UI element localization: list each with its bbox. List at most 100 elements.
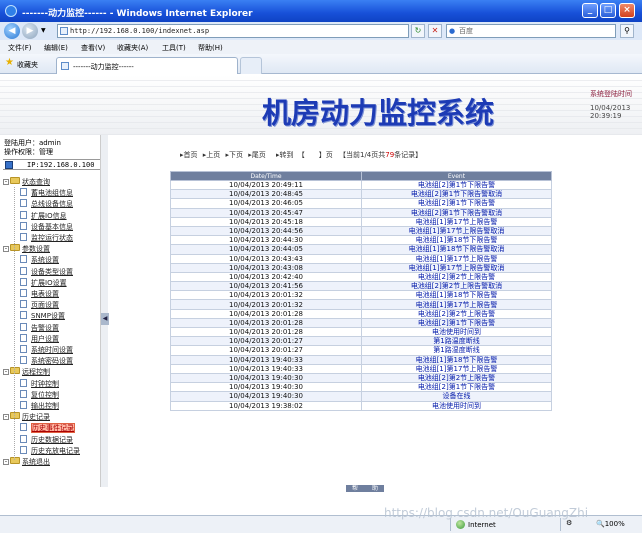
tree-label: 系统设置 — [31, 256, 59, 265]
total-records: 79 — [385, 151, 395, 159]
first-page-link[interactable]: ▸首页 — [180, 151, 198, 159]
login-time-panel: 系统登陆时间 10/04/2013 20:39:19 — [590, 90, 640, 120]
forward-button[interactable]: ▶ — [22, 23, 38, 39]
page-icon — [20, 356, 27, 365]
tree-label: 历史记录 — [22, 413, 50, 422]
protected-mode-icon[interactable]: ⚙ — [566, 519, 572, 527]
cell-datetime: 10/04/2013 20:48:45 — [170, 189, 362, 200]
next-page-link[interactable]: ▸下页 — [226, 151, 244, 159]
cell-datetime: 10/04/2013 20:44:05 — [170, 244, 362, 255]
zoom-level[interactable]: 🔍100% — [596, 520, 625, 528]
cell-datetime: 10/04/2013 20:01:32 — [170, 299, 362, 310]
collapse-arrow-icon[interactable]: ◀ — [101, 313, 109, 325]
tree-item-16[interactable]: 系统密码设置 — [20, 356, 73, 366]
collapse-toggle-icon[interactable]: - — [3, 246, 9, 253]
menu-help[interactable]: 帮助(H) — [198, 43, 223, 53]
stop-icon[interactable]: ✕ — [428, 24, 442, 38]
tree-item-14[interactable]: 用户设置 — [20, 333, 59, 344]
cell-datetime: 10/04/2013 20:49:11 — [170, 179, 362, 191]
new-tab-button[interactable] — [240, 57, 262, 74]
tree-item-23[interactable]: 历史数据记录 — [20, 434, 73, 445]
tree-item-19[interactable]: 复位控制 — [20, 389, 59, 400]
maximize-button[interactable]: □ — [600, 3, 616, 18]
tree-item-4[interactable]: 设备基本信息 — [20, 221, 73, 232]
collapse-toggle-icon[interactable]: - — [3, 369, 9, 376]
cell-datetime: 10/04/2013 20:01:28 — [170, 317, 362, 329]
tree-folder-0[interactable]: - 状态查询 — [3, 177, 50, 187]
tree-item-2[interactable]: 总线设备信息 — [20, 199, 73, 209]
tree-item-8[interactable]: 设备类型设置 — [20, 266, 73, 277]
tree-label: 页面设置 — [31, 301, 59, 310]
tree-label: 历史事件记录 — [31, 423, 75, 434]
login-clock: 20:39:19 — [590, 112, 622, 120]
cell-event: 电池组[2]第1节下限告警 — [361, 198, 552, 209]
back-button[interactable]: ◀ — [4, 23, 20, 39]
tree-item-10[interactable]: 电表设置 — [20, 289, 59, 299]
collapse-toggle-icon[interactable]: - — [3, 414, 9, 421]
tree-item-3[interactable]: 扩展IO信息 — [20, 210, 67, 221]
tree-item-20[interactable]: 输出控制 — [20, 401, 59, 411]
table-row: 10/04/2013 20:01:27 第1路温度断线 — [170, 336, 552, 347]
help-button[interactable]: 帮 助 — [346, 485, 384, 492]
menu-edit[interactable]: 编辑(E) — [44, 43, 68, 53]
search-icon[interactable]: ⚲ — [620, 24, 634, 38]
tree-label: 时钟控制 — [31, 379, 59, 388]
tree-item-7[interactable]: 系统设置 — [20, 255, 59, 265]
cell-event: 电池组[1]第17节上限告警取消 — [361, 262, 552, 273]
last-page-link[interactable]: ▸尾页 — [248, 151, 266, 159]
browser-tab-active[interactable]: -------动力监控------ — [56, 57, 238, 74]
menu-favorites[interactable]: 收藏夹(A) — [117, 43, 148, 53]
table-row: 10/04/2013 20:42:40 电池组[2]第2节上限告警 — [170, 271, 552, 283]
table-row: 10/04/2013 19:38:02 电池使用时间到 — [170, 400, 552, 411]
tree-item-18[interactable]: 时钟控制 — [20, 378, 59, 389]
baidu-icon: ● — [449, 27, 456, 35]
tree-item-22[interactable]: 历史事件记录 — [20, 423, 75, 434]
tree-folder-25[interactable]: - 系统退出 — [3, 457, 50, 467]
tree-label: 扩展IO信息 — [31, 211, 67, 220]
prev-page-link[interactable]: ▸上页 — [203, 151, 221, 159]
close-window-button[interactable]: × — [619, 3, 635, 18]
event-table: Date/Time Event 10/04/2013 20:49:11 电池组[2… — [170, 171, 552, 411]
tree-item-24[interactable]: 历史充放电记录 — [20, 445, 80, 456]
page-icon — [20, 311, 27, 320]
table-row: 10/04/2013 20:44:30 电池组[1]第18节下限告警 — [170, 235, 552, 246]
favorites-button[interactable]: 收藏夹 — [17, 60, 38, 70]
tree-item-11[interactable]: 页面设置 — [20, 300, 59, 310]
table-row: 10/04/2013 19:40:30 设备在线 — [170, 391, 552, 402]
tree-folder-17[interactable]: - 远程控制 — [3, 367, 50, 377]
goto-link[interactable]: ▸转到 — [276, 151, 294, 159]
page-icon — [20, 233, 27, 241]
collapse-toggle-icon[interactable]: - — [3, 459, 9, 465]
goto-page-field[interactable]: 【 】页 — [298, 151, 333, 159]
table-row: 10/04/2013 20:43:43 电池组[1]第17节上限告警 — [170, 253, 552, 264]
minimize-button[interactable]: _ — [582, 3, 598, 18]
login-user-label: 登陆用户： — [4, 139, 39, 147]
menu-file[interactable]: 文件(F) — [8, 43, 32, 53]
table-row: 10/04/2013 20:01:28 电池组[2]第1节下限告警 — [170, 317, 552, 329]
tree-label: SNMP设置 — [31, 312, 65, 321]
refresh-icon[interactable]: ↻ — [411, 24, 425, 38]
cell-event: 电池组[2]第2节上限告警 — [361, 372, 552, 384]
tree-folder-6[interactable]: - 参数设置 — [3, 244, 50, 254]
url-input[interactable]: http://192.168.0.100/indexnet.asp — [57, 24, 409, 38]
menu-tools[interactable]: 工具(T) — [162, 43, 186, 53]
tree-item-13[interactable]: 告警设置 — [20, 322, 59, 333]
folder-icon — [10, 177, 20, 184]
page-icon — [20, 277, 27, 286]
cell-event: 电池组[1]第18节下限告警 — [361, 354, 552, 365]
menu-view[interactable]: 查看(V) — [81, 43, 105, 53]
tree-folder-21[interactable]: - 历史记录 — [3, 412, 50, 422]
history-dropdown-icon[interactable]: ▼ — [41, 27, 46, 34]
tree-item-15[interactable]: 系统时间设置 — [20, 345, 73, 355]
tree-item-1[interactable]: 蓄电池组信息 — [20, 188, 73, 198]
collapse-toggle-icon[interactable]: - — [3, 179, 9, 185]
tree-item-9[interactable]: 扩展IO设置 — [20, 277, 67, 288]
cell-datetime: 10/04/2013 20:41:56 — [170, 281, 362, 292]
search-input[interactable]: ● 百度 — [446, 24, 616, 38]
panel-splitter[interactable]: ◀ — [100, 135, 109, 487]
favorites-star-icon[interactable]: ★ — [5, 58, 14, 68]
tree-item-12[interactable]: SNMP设置 — [20, 311, 65, 321]
role-label: 操作权限： — [4, 148, 39, 156]
cell-datetime: 10/04/2013 20:43:43 — [170, 253, 362, 264]
tree-item-5[interactable]: 监控运行状态 — [20, 233, 73, 243]
